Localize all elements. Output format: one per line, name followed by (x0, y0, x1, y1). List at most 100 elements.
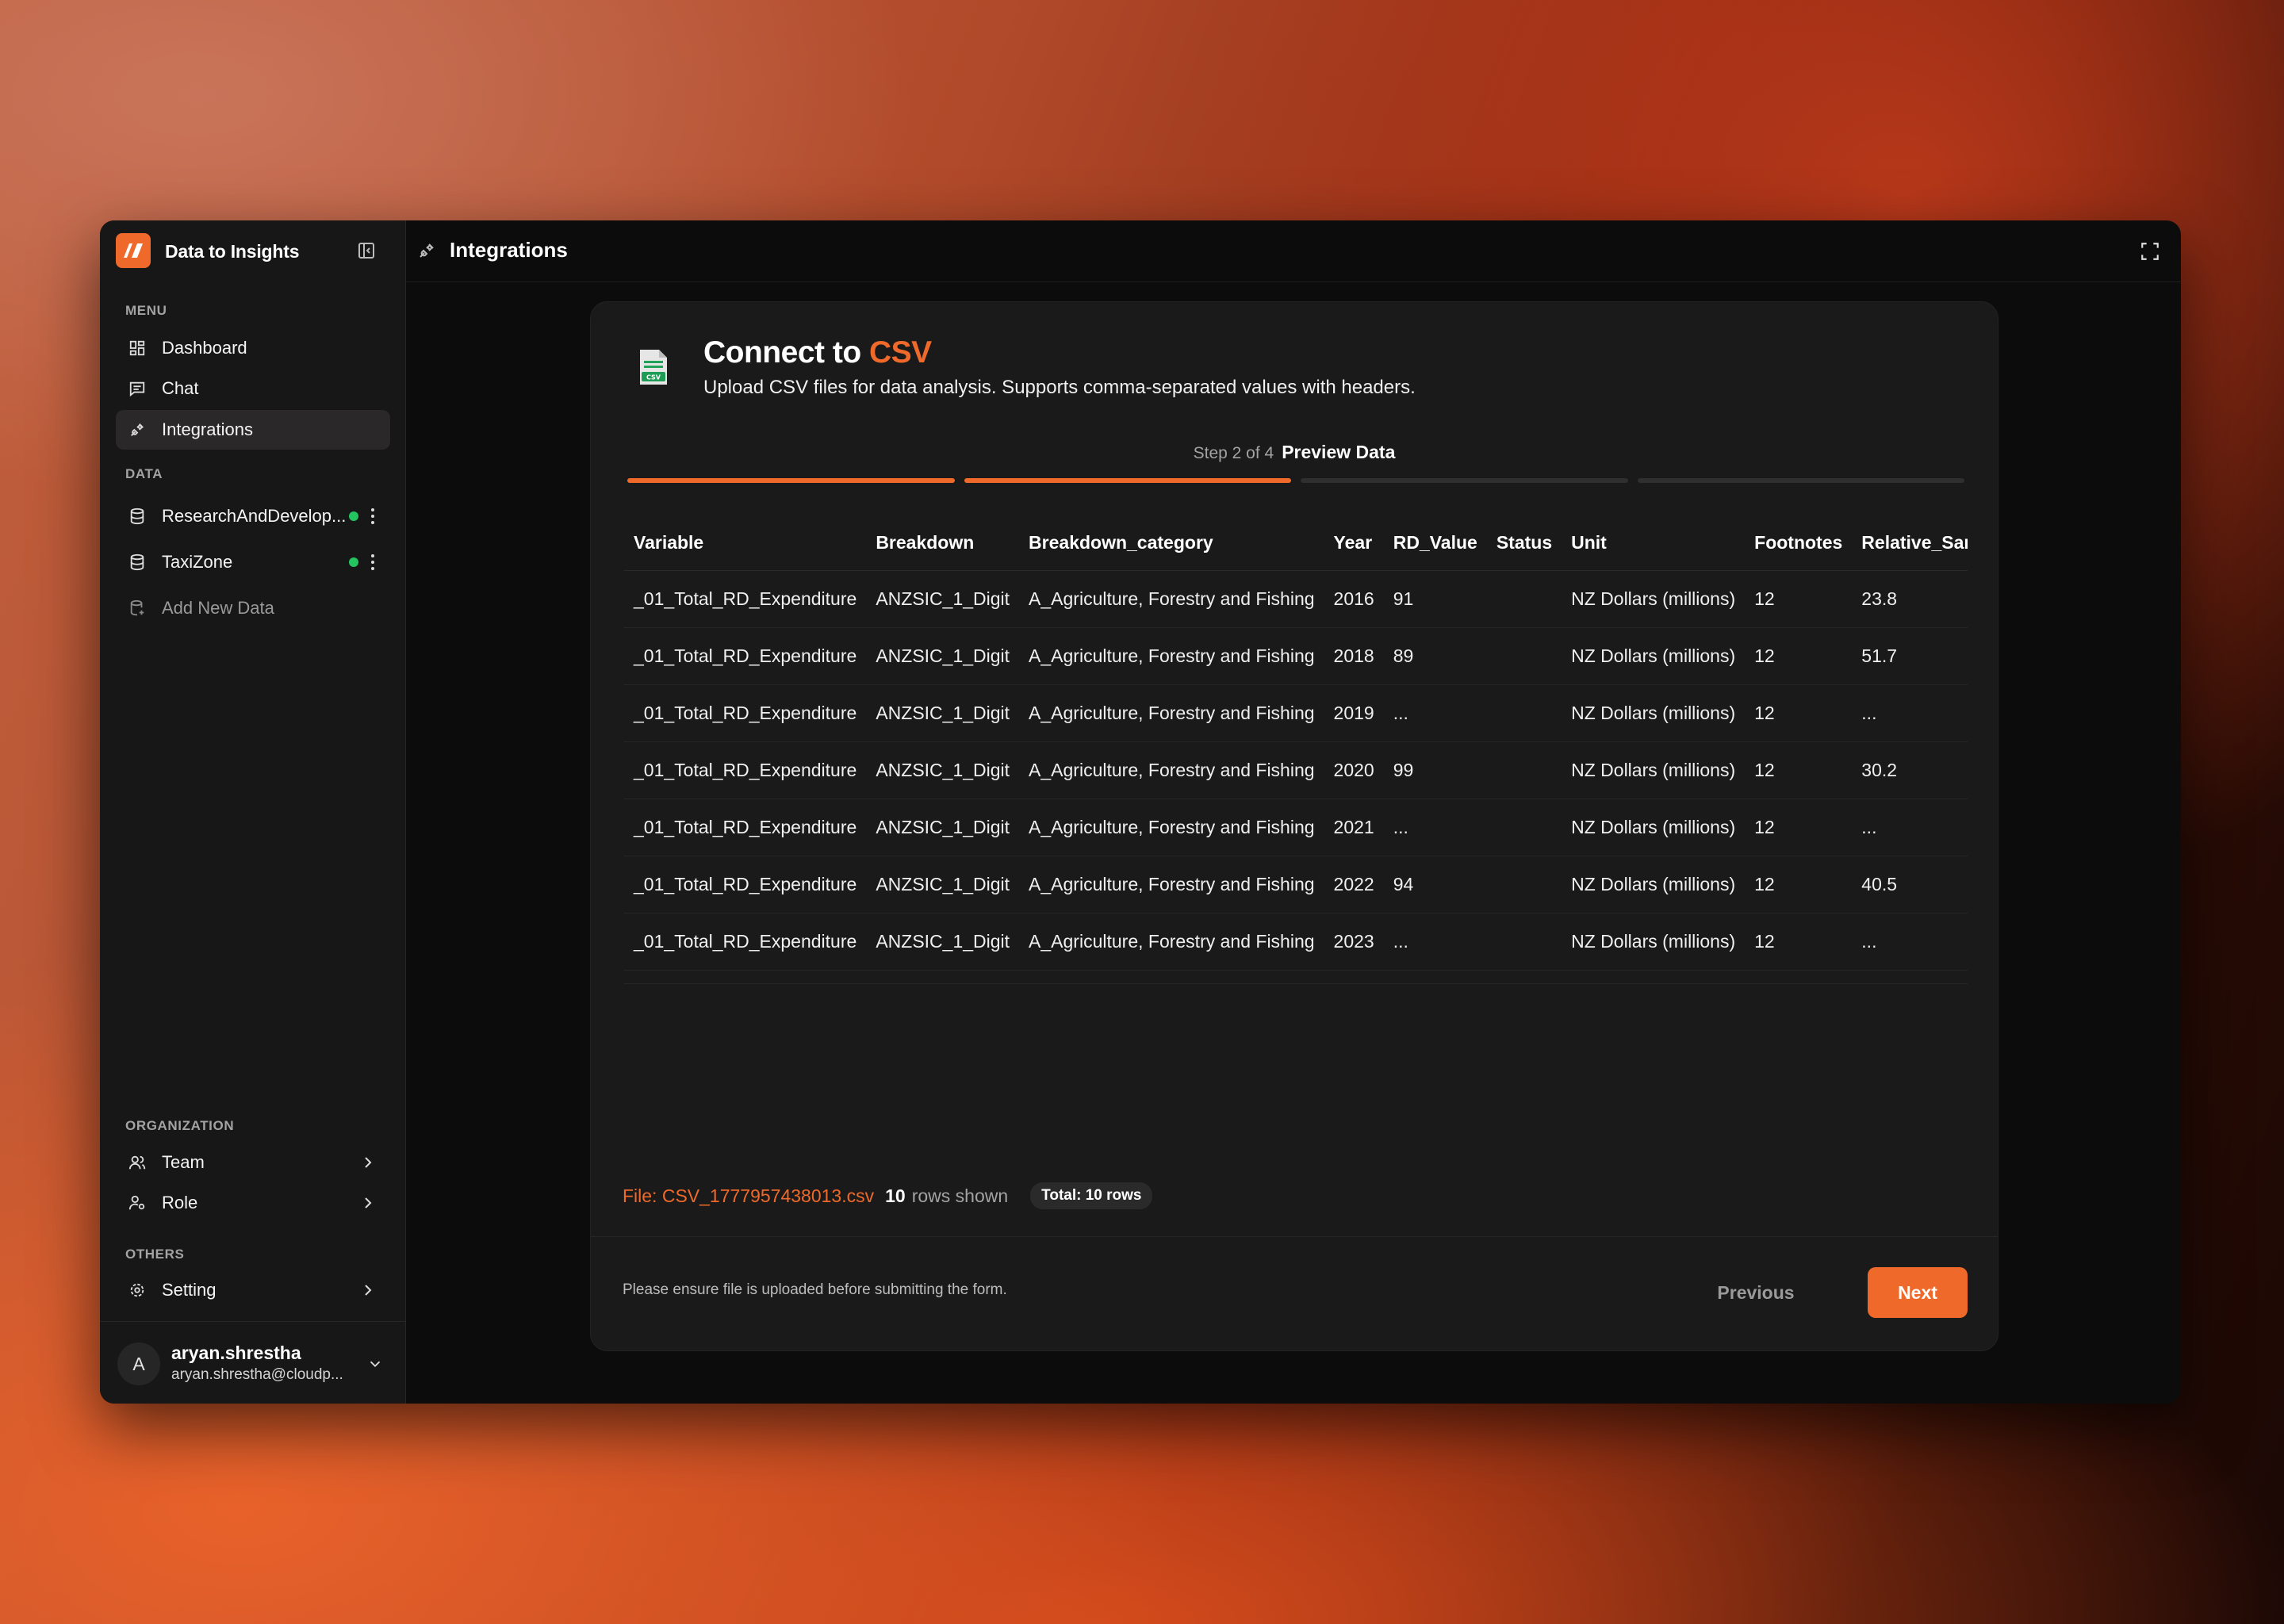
sidebar-item-dataset[interactable]: TaxiZone (116, 542, 390, 582)
sidebar-item-role[interactable]: Role (116, 1183, 390, 1223)
sidebar: Data to Insights MENU Dashboard Chat Int… (100, 220, 406, 1404)
table-cell: 91 (1383, 570, 1487, 628)
sidebar-item-integrations[interactable]: Integrations (116, 410, 390, 450)
file-name: File: CSV_1777957438013.csv (623, 1185, 875, 1206)
table-cell: 2018 (1324, 627, 1384, 685)
table-cell: ANZSIC_1_Digit (866, 684, 1020, 742)
table-cell: ANZSIC_1_Digit (866, 970, 1020, 983)
sidebar-item-label: Team (162, 1152, 205, 1172)
table-cell: ANZSIC_1_Digit (866, 799, 1020, 856)
sidebar-item-dataset[interactable]: ResearchAndDevelop... (116, 496, 390, 536)
previous-button[interactable]: Previous (1709, 1267, 1803, 1318)
table-cell: ANZSIC_1_Digit (866, 856, 1020, 914)
add-new-data-button[interactable]: Add New Data (116, 588, 390, 628)
table-cell: _01_Total_RD_Expenditure (624, 741, 867, 799)
table-cell: A_Agriculture, Forestry and Fishing (1019, 856, 1324, 914)
page-title: Integrations (450, 238, 568, 262)
table-cell: NZ Dollars (millions) (1562, 570, 1746, 628)
more-options-icon[interactable] (365, 552, 381, 573)
sidebar-item-chat[interactable]: Chat (116, 369, 390, 408)
menu-section-label: MENU (125, 303, 167, 318)
sidebar-item-dashboard[interactable]: Dashboard (116, 328, 390, 368)
column-header: Year (1324, 516, 1384, 571)
sidebar-item-team[interactable]: Team (116, 1143, 390, 1182)
table-cell: NZ Dollars (millions) (1562, 799, 1746, 856)
sidebar-collapse-icon[interactable] (357, 241, 376, 260)
column-header: Breakdown (866, 516, 1020, 571)
table-cell: 12 (1745, 684, 1853, 742)
table-cell: ANZSIC_1_Digit (866, 741, 1020, 799)
app-logo[interactable] (116, 233, 151, 268)
table-cell: _01_Total_RD_Expenditure (624, 570, 867, 628)
sidebar-item-label: Dashboard (162, 338, 247, 358)
table-cell: _01_Total_RD_Expenditure (624, 684, 867, 742)
table-cell: ... (1383, 799, 1487, 856)
file-info: File: CSV_1777957438013.csv 10 rows show… (623, 1182, 1153, 1209)
table-cell: NZ Dollars (millions) (1562, 856, 1746, 914)
user-email: aryan.shrestha@cloudp... (171, 1366, 343, 1383)
column-header: Breakdown_category (1019, 516, 1324, 571)
status-dot (349, 557, 358, 567)
table-cell: 2019 (1324, 684, 1384, 742)
table-cell: A_Agriculture, Forestry and Fishing (1019, 684, 1324, 742)
csv-file-icon: CSV (637, 348, 670, 386)
table-cell (1486, 913, 1562, 971)
card-title: Connect to CSV (703, 335, 932, 370)
step-bar (627, 478, 955, 483)
column-header: Status (1486, 516, 1562, 571)
chevron-down-icon[interactable] (366, 1355, 384, 1373)
table-cell: NZ Dollars (millions) (1562, 913, 1746, 971)
table-cell: NZ Dollars (millions) (1562, 741, 1746, 799)
table-cell: 2021 (1324, 799, 1384, 856)
sidebar-item-label: Setting (162, 1280, 217, 1300)
chevron-right-icon (358, 1193, 377, 1212)
table-row: _01_Total_RD_ExpenditureANZSIC_1_DigitA_… (624, 856, 1968, 914)
next-button[interactable]: Next (1868, 1267, 1968, 1318)
app-window: Data to Insights MENU Dashboard Chat Int… (100, 220, 2181, 1404)
table-cell: 2016 (1324, 570, 1384, 628)
table-cell: 12 (1745, 570, 1853, 628)
column-header: Unit (1562, 516, 1746, 571)
card-subtitle: Upload CSV files for data analysis. Supp… (703, 377, 1416, 398)
sidebar-item-setting[interactable]: Setting (116, 1270, 390, 1310)
table-cell (1486, 684, 1562, 742)
table-row: _01_Total_RD_ExpenditureANZSIC_1_DigitA_… (624, 570, 1968, 628)
more-options-icon[interactable] (365, 506, 381, 527)
table-cell: 2022 (1324, 856, 1384, 914)
table-row: _01_Total_RD_ExpenditureANZSIC_1_DigitA_… (624, 970, 1968, 983)
sidebar-item-label: Chat (162, 378, 199, 398)
table-cell: 196 (1383, 970, 1487, 983)
data-preview-table[interactable]: Variable Breakdown Breakdown_category Year R… (624, 516, 1968, 984)
step-indicator: Step 2 of 4 Preview Data (591, 442, 1998, 463)
table-cell: 12 (1745, 799, 1853, 856)
total-rows-badge: Total: 10 rows (1030, 1182, 1153, 1209)
table-cell (1486, 799, 1562, 856)
column-header: Relative_Sar (1852, 516, 1968, 571)
table-cell: 89 (1383, 627, 1487, 685)
user-menu[interactable]: A aryan.shrestha aryan.shrestha@cloudp..… (100, 1321, 406, 1404)
chat-icon (127, 378, 148, 399)
table-cell: 2023 (1324, 913, 1384, 971)
sidebar-item-label: Role (162, 1193, 198, 1212)
table-cell: 12 (1745, 741, 1853, 799)
user-cog-icon (127, 1193, 148, 1213)
table-cell: ... (1383, 913, 1487, 971)
database-add-icon (127, 598, 148, 619)
card-title-accent: CSV (868, 335, 932, 370)
table-cell: ... (1852, 684, 1968, 742)
svg-text:CSV: CSV (646, 374, 661, 381)
fullscreen-icon[interactable] (2140, 241, 2160, 262)
organization-section-label: ORGANIZATION (125, 1118, 235, 1133)
sidebar-item-label: TaxiZone (162, 552, 233, 572)
table-cell: A_Agriculture, Forestry and Fishing (1019, 913, 1324, 971)
table-cell (1486, 970, 1562, 983)
step-bar (1637, 478, 1964, 483)
user-name: aryan.shrestha (171, 1342, 301, 1363)
table-cell: 2024 (1324, 970, 1384, 983)
table-cell: 40.5 (1852, 856, 1968, 914)
database-icon (127, 552, 148, 573)
table-header-row: Variable Breakdown Breakdown_category Year R… (624, 516, 1968, 571)
table-cell: 51.7 (1852, 627, 1968, 685)
table-cell: 12 (1745, 970, 1853, 983)
rows-count: 10 (885, 1185, 906, 1206)
